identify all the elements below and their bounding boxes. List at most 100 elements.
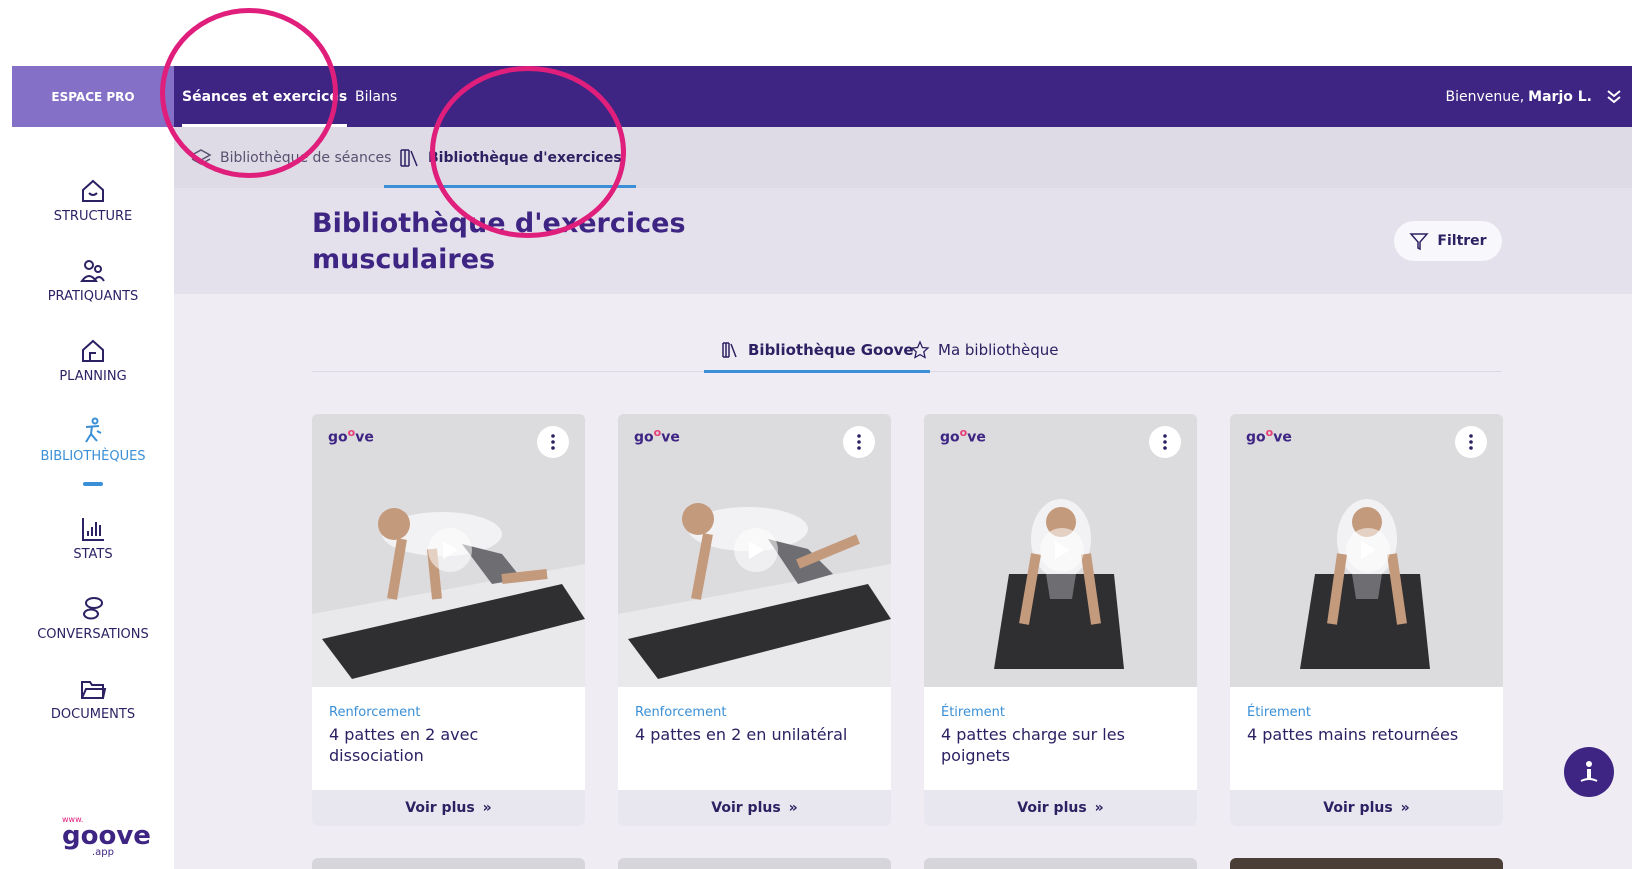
- kebab-menu-icon: [857, 434, 861, 450]
- exercise-card[interactable]: goove Étirement 4 pattes charge sur les …: [924, 414, 1197, 826]
- title-band: Bibliothèque d'exercices musculaires Fil…: [174, 188, 1632, 294]
- espace-pro-label[interactable]: ESPACE PRO: [12, 66, 174, 127]
- sub-navbar: Bibliothèque de séances Bibliothèque d'e…: [174, 127, 1632, 188]
- play-icon: [1055, 541, 1070, 559]
- kebab-menu-icon: [1469, 434, 1473, 450]
- house-calendar-icon: [82, 339, 104, 362]
- more-options-button[interactable]: [1149, 426, 1181, 458]
- person-info-icon: [1580, 761, 1598, 782]
- double-chevron-right-icon: »: [482, 800, 492, 816]
- top-navbar: ESPACE PRO Séances et exercices Bilans B…: [12, 66, 1632, 127]
- exercise-card[interactable]: goove Renforcement 4 pattes en 2 en unil…: [618, 414, 891, 826]
- exercise-card-partial[interactable]: [312, 858, 585, 869]
- play-button[interactable]: [734, 528, 778, 572]
- accessibility-button[interactable]: [1564, 747, 1614, 797]
- chat-bubbles-icon: [83, 597, 103, 620]
- see-more-label: Voir plus: [711, 800, 781, 816]
- main-content: Bibliothèque d'exercices musculaires Fil…: [174, 188, 1632, 869]
- double-chevron-right-icon: »: [788, 800, 798, 816]
- play-button[interactable]: [428, 528, 472, 572]
- exercise-thumbnail[interactable]: goove: [1230, 414, 1503, 687]
- sidebar-item-label: PLANNING: [59, 369, 127, 384]
- card-title: 4 pattes charge sur les poignets: [941, 725, 1125, 765]
- users-icon: [80, 260, 105, 282]
- page-title: Bibliothèque d'exercices musculaires: [312, 208, 686, 275]
- sidebar: STRUCTURE PRATIQUANTS PLANNING BIBLIOTHÈ…: [12, 127, 174, 869]
- tab-seances-exercices[interactable]: Séances et exercices: [182, 66, 348, 127]
- layers-icon: [190, 148, 212, 165]
- sidebar-item-label: PRATIQUANTS: [47, 289, 139, 304]
- exercise-card-partial[interactable]: [1230, 858, 1503, 869]
- see-more-button[interactable]: Voir plus »: [924, 790, 1197, 826]
- subtab-bibliotheque-seances[interactable]: Bibliothèque de séances: [190, 127, 391, 188]
- sidebar-item-label: BIBLIOTHÈQUES: [40, 449, 146, 464]
- star-icon: [910, 340, 930, 359]
- tab-ma-bibliotheque[interactable]: Ma bibliothèque: [910, 328, 1059, 372]
- exercise-card-partial[interactable]: [924, 858, 1197, 869]
- play-button[interactable]: [1040, 528, 1084, 572]
- sidebar-item-bibliotheques[interactable]: BIBLIOTHÈQUES: [12, 417, 174, 464]
- play-button[interactable]: [1346, 528, 1390, 572]
- see-more-button[interactable]: Voir plus »: [1230, 790, 1503, 826]
- see-more-button[interactable]: Voir plus »: [618, 790, 891, 826]
- card-category: Renforcement: [635, 705, 727, 720]
- user-name[interactable]: Marjo L.: [1528, 89, 1592, 105]
- card-category: Renforcement: [329, 705, 421, 720]
- card-title: 4 pattes en 2 en unilatéral: [635, 725, 848, 744]
- sidebar-item-label: STATS: [73, 547, 113, 562]
- tab-bibliotheque-goove[interactable]: Bibliothèque Goove: [704, 328, 930, 373]
- more-options-button[interactable]: [843, 426, 875, 458]
- welcome-message: Bienvenue, Marjo L.: [1445, 66, 1592, 127]
- exercise-card[interactable]: goove Étirement 4 pattes mains retournée…: [1230, 414, 1503, 826]
- card-category: Étirement: [941, 705, 1005, 720]
- folder-icon: [81, 681, 107, 699]
- exercise-thumbnail[interactable]: goove: [312, 414, 585, 687]
- double-chevron-right-icon: »: [1400, 800, 1410, 816]
- sidebar-item-pratiquants[interactable]: PRATIQUANTS: [12, 257, 174, 304]
- exercise-thumbnail[interactable]: goove: [924, 414, 1197, 687]
- sidebar-item-structure[interactable]: STRUCTURE: [12, 177, 174, 224]
- thumbnail-logo: goove: [328, 426, 374, 446]
- filter-button[interactable]: Filtrer: [1394, 221, 1502, 261]
- sidebar-item-stats[interactable]: STATS: [12, 515, 174, 562]
- books-icon: [722, 342, 737, 358]
- subtab-label: Bibliothèque d'exercices: [428, 149, 622, 166]
- see-more-label: Voir plus: [1017, 800, 1087, 816]
- double-chevron-right-icon: »: [1094, 800, 1104, 816]
- see-more-label: Voir plus: [405, 800, 475, 816]
- play-icon: [749, 541, 764, 559]
- thumbnail-logo: goove: [940, 426, 986, 446]
- funnel-icon: [1409, 233, 1430, 251]
- chevron-double-down-icon[interactable]: [1604, 84, 1624, 108]
- sidebar-item-documents[interactable]: DOCUMENTS: [12, 675, 174, 722]
- sidebar-active-indicator: [83, 482, 103, 486]
- books-icon: [400, 148, 418, 167]
- home-heart-icon: [82, 179, 104, 202]
- welcome-prefix: Bienvenue,: [1445, 88, 1525, 105]
- kebab-menu-icon: [1163, 434, 1167, 450]
- bar-chart-icon: [82, 518, 104, 541]
- more-options-button[interactable]: [537, 426, 569, 458]
- tab-label: Ma bibliothèque: [938, 341, 1059, 359]
- thumbnail-logo: goove: [1246, 426, 1292, 446]
- see-more-button[interactable]: Voir plus »: [312, 790, 585, 826]
- card-title: 4 pattes mains retournées: [1247, 725, 1459, 744]
- sidebar-item-label: DOCUMENTS: [50, 707, 136, 722]
- running-person-icon: [85, 417, 102, 443]
- exercise-card-partial[interactable]: [618, 858, 891, 869]
- sidebar-item-conversations[interactable]: CONVERSATIONS: [12, 595, 174, 642]
- sidebar-item-planning[interactable]: PLANNING: [12, 337, 174, 384]
- exercise-card[interactable]: goove Renforcement 4 pattes en 2 avec di…: [312, 414, 585, 826]
- more-options-button[interactable]: [1455, 426, 1487, 458]
- sidebar-item-label: STRUCTURE: [53, 209, 133, 224]
- card-category: Étirement: [1247, 705, 1311, 720]
- subtab-bibliotheque-exercices[interactable]: Bibliothèque d'exercices: [384, 127, 636, 188]
- thumbnail-logo: goove: [634, 426, 680, 446]
- see-more-label: Voir plus: [1323, 800, 1393, 816]
- play-icon: [443, 541, 458, 559]
- sidebar-item-label: CONVERSATIONS: [37, 627, 149, 642]
- kebab-menu-icon: [551, 434, 555, 450]
- tab-bilans[interactable]: Bilans: [355, 66, 397, 127]
- library-tabs: Bibliothèque Goove Ma bibliothèque: [312, 328, 1502, 373]
- exercise-thumbnail[interactable]: goove: [618, 414, 891, 687]
